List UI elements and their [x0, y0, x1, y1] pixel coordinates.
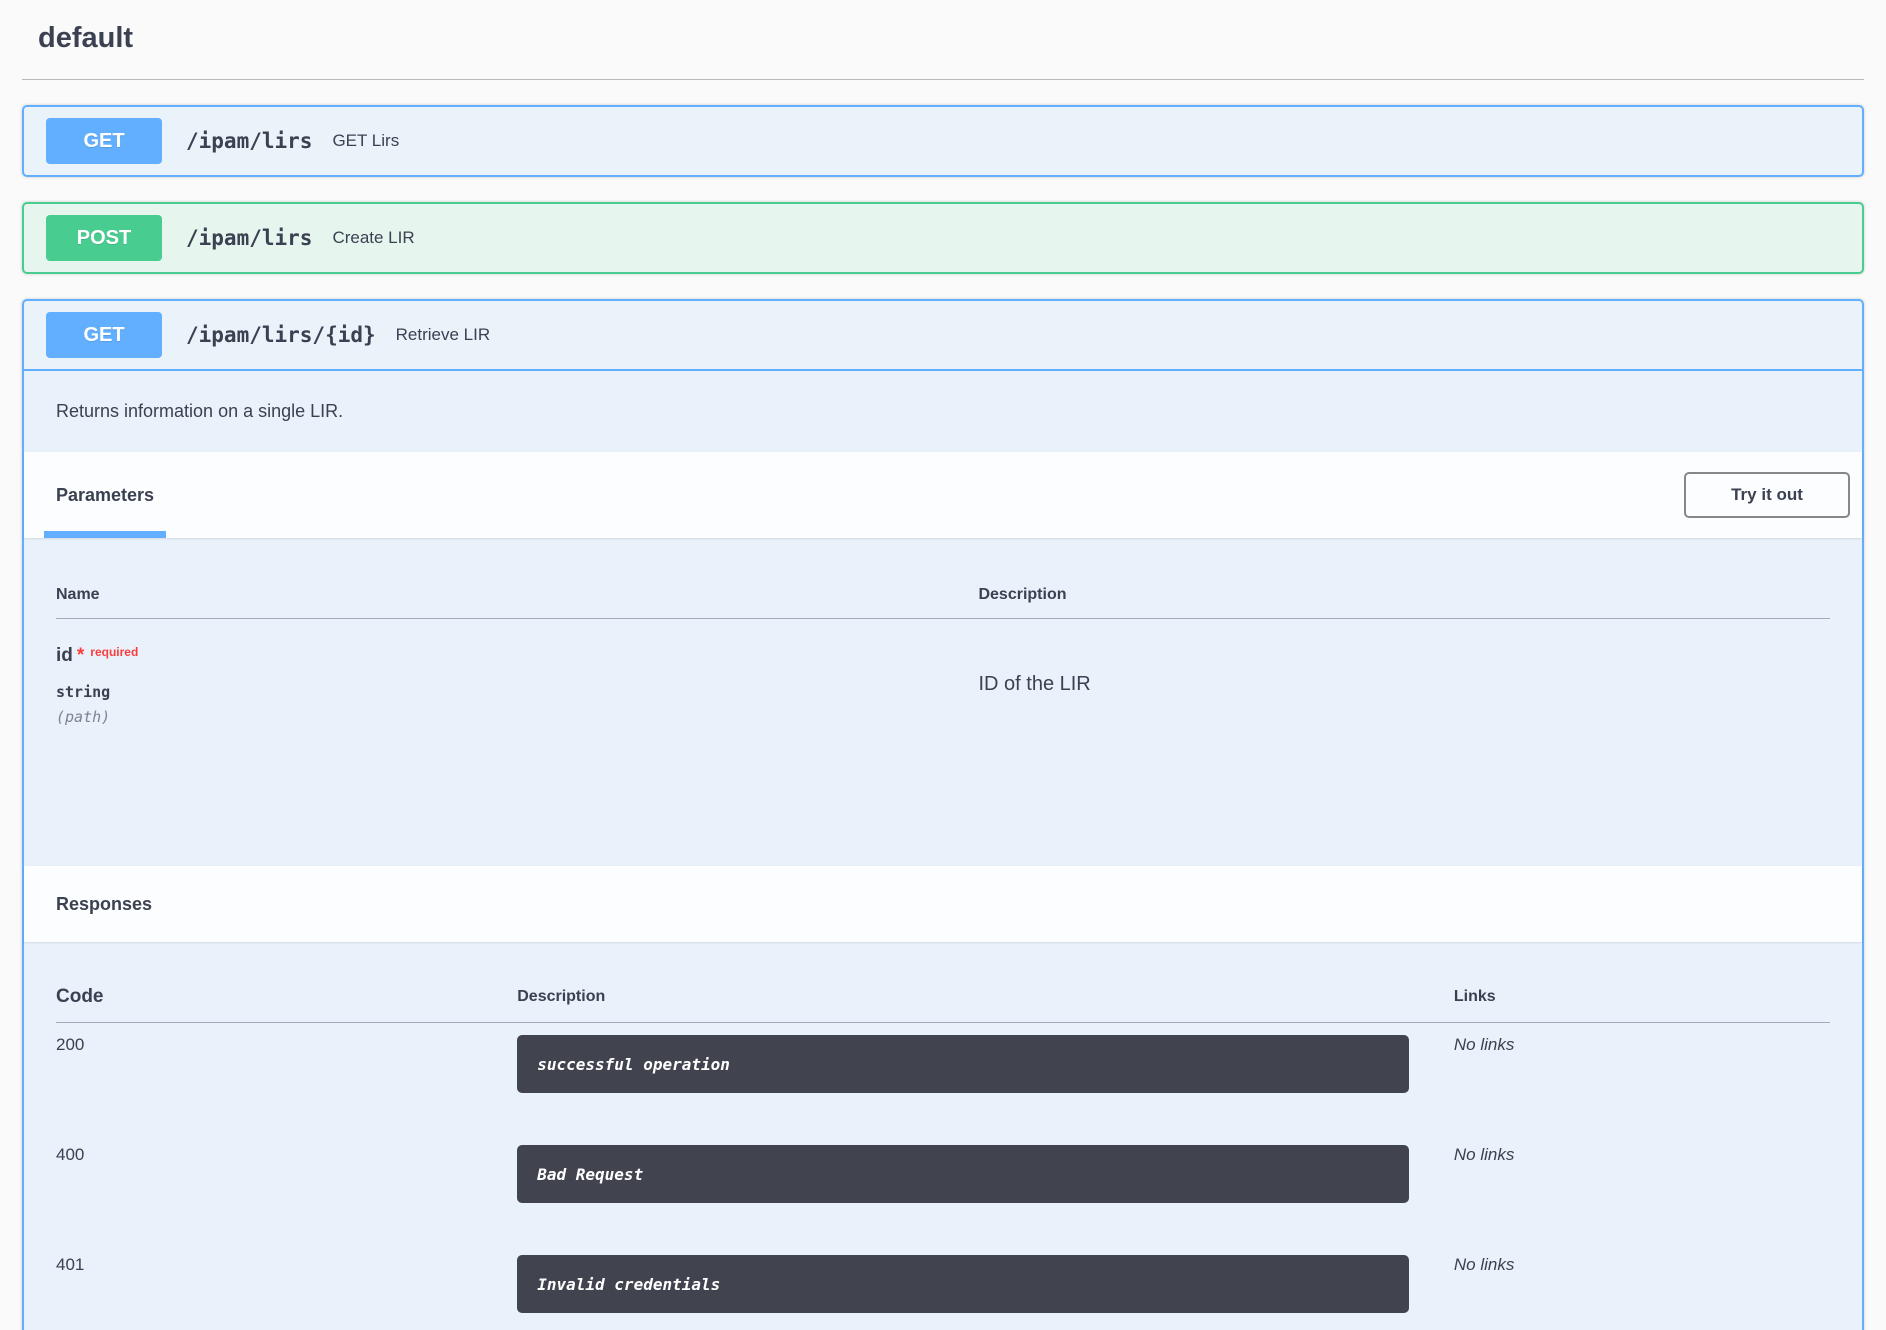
- param-name-header: Name: [56, 586, 978, 619]
- table-row: id* required string (path) ID of the LIR: [56, 619, 1830, 867]
- response-description-header: Description: [517, 986, 1454, 1023]
- response-links: No links: [1454, 1133, 1830, 1243]
- opblock-get-lirs: GET /ipam/lirs GET Lirs: [22, 105, 1864, 177]
- opblock-summary-get-lir-by-id[interactable]: GET /ipam/lirs/{id} Retrieve LIR: [24, 301, 1862, 371]
- response-code: 400: [56, 1133, 517, 1243]
- tag-title: default: [38, 22, 133, 55]
- responses-table: Code Description Links 200 successful op…: [56, 986, 1830, 1330]
- tag-header-default[interactable]: default: [22, 0, 1864, 80]
- response-links: No links: [1454, 1243, 1830, 1330]
- response-description-box: Bad Request: [517, 1145, 1409, 1203]
- response-links: No links: [1454, 1023, 1830, 1134]
- opblock-summary-get-lirs[interactable]: GET /ipam/lirs GET Lirs: [24, 107, 1862, 175]
- responses-section-header: Responses: [24, 866, 1862, 942]
- endpoint-path: /ipam/lirs/{id}: [186, 323, 376, 347]
- param-name: id* required: [56, 645, 978, 667]
- response-code: 401: [56, 1243, 517, 1330]
- table-row: 400 Bad Request No links: [56, 1133, 1830, 1243]
- method-badge-post: POST: [46, 215, 162, 261]
- endpoint-summary: Retrieve LIR: [396, 325, 490, 345]
- operation-description: Returns information on a single LIR.: [24, 371, 1862, 452]
- endpoint-path: /ipam/lirs: [186, 226, 312, 250]
- required-label: required: [90, 645, 138, 659]
- method-badge-get: GET: [46, 118, 162, 164]
- param-description-header: Description: [978, 586, 1830, 619]
- opblock-get-lir-by-id: GET /ipam/lirs/{id} Retrieve LIR Returns…: [22, 299, 1864, 1330]
- opblock-body: Returns information on a single LIR. Par…: [24, 371, 1862, 1330]
- endpoint-summary: Create LIR: [332, 228, 414, 248]
- response-code: 200: [56, 1023, 517, 1134]
- response-code-header: Code: [56, 986, 517, 1023]
- endpoint-path: /ipam/lirs: [186, 129, 312, 153]
- required-star: *: [77, 645, 84, 666]
- param-location: (path): [56, 708, 978, 726]
- tab-parameters[interactable]: Parameters: [56, 452, 154, 538]
- table-row: 200 successful operation No links: [56, 1023, 1830, 1134]
- table-row: 401 Invalid credentials No links: [56, 1243, 1830, 1330]
- response-description-box: successful operation: [517, 1035, 1409, 1093]
- response-links-header: Links: [1454, 986, 1830, 1023]
- parameters-section-header: Parameters Try it out: [24, 452, 1862, 538]
- response-description-box: Invalid credentials: [517, 1255, 1409, 1313]
- try-it-out-button[interactable]: Try it out: [1684, 472, 1850, 518]
- param-type: string: [56, 683, 978, 701]
- method-badge-get: GET: [46, 312, 162, 358]
- responses-label: Responses: [56, 894, 152, 915]
- opblock-summary-post-lirs[interactable]: POST /ipam/lirs Create LIR: [24, 204, 1862, 272]
- param-name-text: id: [56, 645, 73, 666]
- parameters-table-container: Name Description id*required string (pa: [24, 538, 1862, 866]
- opblock-post-lirs: POST /ipam/lirs Create LIR: [22, 202, 1864, 274]
- swagger-page: default GET /ipam/lirs GET Lirs POST /ip…: [0, 0, 1886, 1330]
- tab-parameters-label: Parameters: [56, 485, 154, 506]
- parameters-table: Name Description id*required string (pa: [56, 586, 1830, 866]
- responses-table-container: Code Description Links 200 successful op…: [24, 942, 1862, 1330]
- endpoint-summary: GET Lirs: [332, 131, 399, 151]
- param-description: ID of the LIR: [978, 673, 1830, 696]
